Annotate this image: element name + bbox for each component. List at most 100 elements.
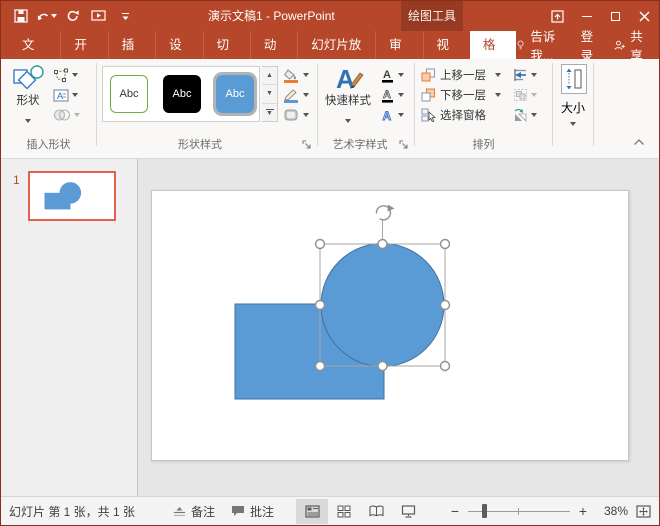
resize-handle-bottom-left[interactable] <box>316 362 325 371</box>
shape-fill-icon <box>283 68 300 83</box>
shape-outline-icon <box>283 88 300 103</box>
shape-style-thumb-3-selected[interactable]: Abc <box>216 75 254 113</box>
zoom-slider[interactable] <box>468 504 570 518</box>
text-effects-button[interactable]: A <box>380 106 404 124</box>
shape-fill-button[interactable] <box>283 66 309 84</box>
slide-sorter-view-button[interactable] <box>328 499 360 524</box>
tab-insert[interactable]: 插入 <box>108 31 155 59</box>
resize-handle-top-right[interactable] <box>441 240 450 249</box>
text-fill-button[interactable]: A <box>380 66 404 84</box>
tab-transitions[interactable]: 切换 <box>203 31 250 59</box>
lightbulb-icon <box>516 38 525 52</box>
shapes-dropdown-icon <box>25 119 31 123</box>
shape-effects-button[interactable] <box>283 106 309 124</box>
tab-view[interactable]: 视图 <box>423 31 470 59</box>
resize-handle-top-middle[interactable] <box>378 240 387 249</box>
notes-button[interactable]: 备注 <box>165 497 223 526</box>
zoom-out-icon[interactable]: − <box>450 503 460 519</box>
collapse-ribbon-icon[interactable] <box>631 136 647 148</box>
customize-qat-icon[interactable] <box>114 5 136 27</box>
gallery-more-icon[interactable]: ▼ <box>262 104 277 121</box>
rotate-handle-icon[interactable] <box>376 205 394 220</box>
shape-effects-icon <box>283 108 300 122</box>
shapes-gallery-icon <box>3 62 53 94</box>
group-shape-styles: Abc Abc Abc ▲ ▼ ▼ <box>97 59 317 159</box>
fit-slide-to-window-icon[interactable] <box>636 505 651 518</box>
comments-button[interactable]: 批注 <box>223 497 282 526</box>
size-button-label: 大小 <box>553 99 593 116</box>
tab-format[interactable]: 格式 <box>470 31 516 59</box>
slide-editing-area <box>138 159 659 498</box>
tab-design[interactable]: 设计 <box>155 31 202 59</box>
send-backward-dropdown-icon <box>495 93 501 97</box>
send-backward-icon <box>421 88 436 102</box>
shape-styles-dialog-launcher-icon[interactable] <box>302 139 314 151</box>
start-slideshow-icon[interactable] <box>88 5 110 27</box>
ribbon: 形状 A 插入形状 Abc Abc Abc <box>1 59 659 159</box>
merge-shapes-button[interactable] <box>53 106 80 124</box>
slide-canvas[interactable] <box>151 190 629 461</box>
shape-style-thumb-2[interactable]: Abc <box>163 75 201 113</box>
undo-icon[interactable] <box>36 5 58 27</box>
gallery-scroll-down-icon[interactable]: ▼ <box>262 85 277 103</box>
merge-shapes-dropdown-icon <box>74 113 80 117</box>
zoom-slider-thumb[interactable] <box>482 504 487 518</box>
shapes-button[interactable]: 形状 <box>3 62 53 127</box>
zoom-in-icon[interactable]: + <box>578 503 588 519</box>
shape-outline-button[interactable] <box>283 86 309 104</box>
gallery-scroll-up-icon[interactable]: ▲ <box>262 67 277 85</box>
workspace: 1 <box>1 159 659 498</box>
send-backward-button[interactable]: 下移一层 <box>421 86 501 104</box>
resize-handle-bottom-right[interactable] <box>441 362 450 371</box>
edit-shape-button[interactable] <box>53 66 78 84</box>
selection-pane-button[interactable]: 选择窗格 <box>421 106 486 124</box>
text-box-icon: A <box>53 88 69 103</box>
window-title: 演示文稿1 - PowerPoint <box>208 1 335 31</box>
slide-number: 1 <box>13 173 20 187</box>
undo-dropdown-icon[interactable] <box>51 14 57 18</box>
text-outline-button[interactable]: A <box>380 86 404 104</box>
quick-styles-button[interactable]: A 快速样式 <box>321 62 375 127</box>
comments-icon <box>231 505 245 517</box>
tab-animations[interactable]: 动画 <box>250 31 297 59</box>
text-box-button[interactable]: A <box>53 86 78 104</box>
shape-outline-dropdown-icon <box>303 93 309 97</box>
save-icon[interactable] <box>10 5 32 27</box>
slide-info: 幻灯片 第 1 张，共 1 张 <box>9 503 135 520</box>
resize-handle-bottom-middle[interactable] <box>378 362 387 371</box>
zoom-controls: − + 38% <box>450 503 659 519</box>
text-fill-dropdown-icon <box>398 73 404 77</box>
tab-home[interactable]: 开始 <box>60 31 107 59</box>
quick-styles-icon: A <box>321 62 375 94</box>
svg-text:A: A <box>383 69 391 81</box>
redo-icon[interactable] <box>62 5 84 27</box>
group-wordart-styles: A 快速样式 A A A 艺术字样式 <box>318 59 414 159</box>
tab-slideshow[interactable]: 幻灯片放映 <box>297 31 375 59</box>
align-button[interactable] <box>513 66 537 84</box>
slideshow-view-button[interactable] <box>392 499 424 524</box>
group-insert-shapes: 形状 A 插入形状 <box>1 59 96 159</box>
text-outline-icon: A <box>380 88 395 103</box>
text-effects-dropdown-icon <box>398 113 404 117</box>
shape-fill-dropdown-icon <box>303 73 309 77</box>
edit-shape-dropdown-icon <box>72 73 78 77</box>
resize-handle-middle-right[interactable] <box>441 301 450 310</box>
normal-view-button[interactable] <box>296 499 328 524</box>
reading-view-button[interactable] <box>360 499 392 524</box>
tab-review[interactable]: 审阅 <box>375 31 422 59</box>
size-icon <box>561 64 587 94</box>
group-size: 大小 <box>553 59 593 159</box>
rotate-button[interactable] <box>513 106 537 124</box>
shape-style-thumb-1[interactable]: Abc <box>110 75 148 113</box>
resize-handle-middle-left[interactable] <box>316 301 325 310</box>
svg-text:A: A <box>383 89 391 101</box>
group-label-shape-styles: 形状样式 <box>97 136 303 152</box>
ribbon-tab-row: 文件 开始 插入 设计 切换 动画 幻灯片放映 审阅 视图 格式 告诉我... … <box>1 31 659 59</box>
circle-shape-selected[interactable] <box>321 244 444 367</box>
tabrow-right-cluster: 告诉我... 登录 共享 <box>516 31 659 59</box>
tab-file[interactable]: 文件 <box>9 31 55 59</box>
group-objects-button[interactable] <box>513 86 537 104</box>
slide-thumbnail-selected[interactable] <box>28 171 116 221</box>
bring-forward-button[interactable]: 上移一层 <box>421 66 501 84</box>
resize-handle-top-left[interactable] <box>316 240 325 249</box>
